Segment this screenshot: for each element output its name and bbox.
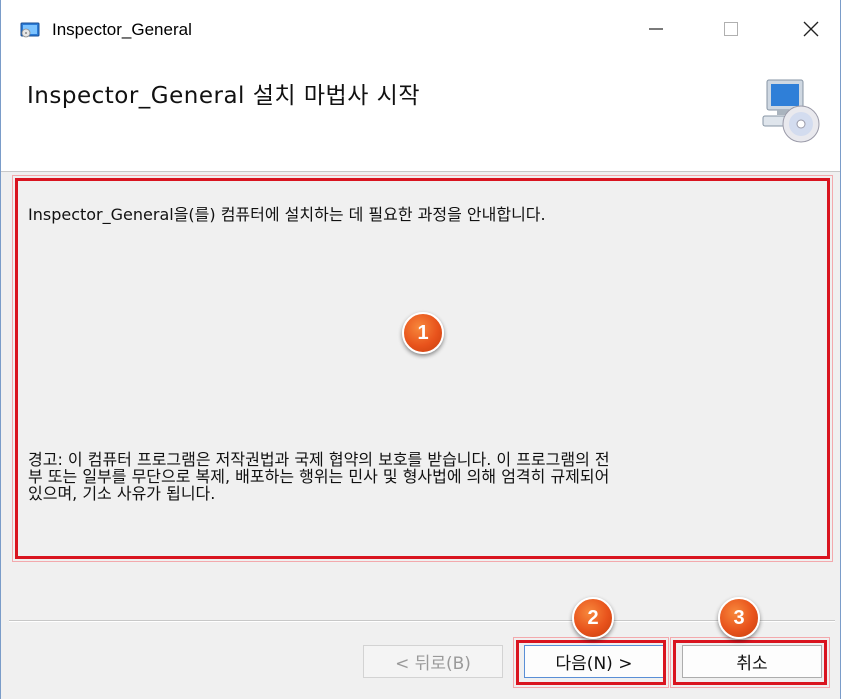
wizard-header: Inspector_General 설치 마법사 시작 xyxy=(1,58,840,172)
maximize-button[interactable] xyxy=(701,4,761,54)
page-title: Inspector_General 설치 마법사 시작 xyxy=(27,83,420,109)
minimize-icon xyxy=(649,28,663,30)
welcome-content-area: Inspector_General을(를) 컴퓨터에 설치하는 데 필요한 과정… xyxy=(12,175,833,562)
next-button-highlight xyxy=(513,637,669,688)
warning-line: 경고: 이 컴퓨터 프로그램은 저작권법과 국제 협약의 보호를 받습니다. 이… xyxy=(28,450,610,469)
cancel-button-highlight xyxy=(670,637,830,688)
annotation-badge-3: 3 xyxy=(718,597,760,639)
intro-text: Inspector_General을(를) 컴퓨터에 설치하는 데 필요한 과정… xyxy=(28,205,546,224)
annotation-badge-1: 1 xyxy=(402,312,444,354)
installer-window: Inspector_General Inspector_General 설치 마… xyxy=(0,0,841,699)
computer-cd-icon xyxy=(761,76,821,148)
back-button[interactable]: < 뒤로(B) xyxy=(363,645,503,678)
maximize-icon xyxy=(724,22,738,36)
close-button[interactable] xyxy=(781,4,841,54)
warning-line: 있으며, 기소 사유가 됩니다. xyxy=(28,484,216,503)
close-icon xyxy=(803,21,819,37)
minimize-button[interactable] xyxy=(626,4,686,54)
copyright-warning: 경고: 이 컴퓨터 프로그램은 저작권법과 국제 협약의 보호를 받습니다. 이… xyxy=(28,451,828,502)
footer-divider xyxy=(9,620,835,622)
title-bar: Inspector_General xyxy=(1,0,840,58)
installer-icon xyxy=(20,21,40,39)
annotation-badge-2: 2 xyxy=(572,597,614,639)
warning-line: 부 또는 일부를 무단으로 복제, 배포하는 행위는 민사 및 형사법에 의해 … xyxy=(28,467,610,486)
window-title: Inspector_General xyxy=(52,20,192,39)
